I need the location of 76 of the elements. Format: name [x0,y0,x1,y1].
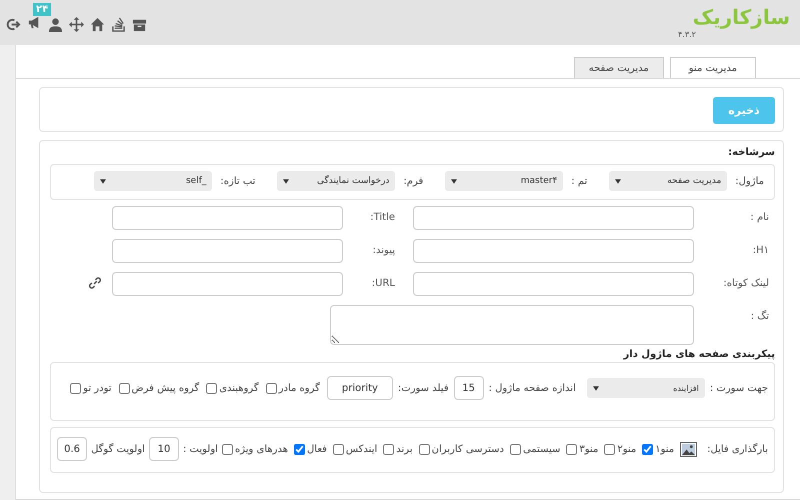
checkbox-label: ایندکس [346,444,378,454]
field-label: URL: [370,277,396,289]
caret-icon [592,386,599,390]
text-field[interactable] [413,206,694,230]
tab[interactable]: مدیریت صفحه [574,57,664,79]
text-field[interactable] [112,272,343,296]
text-field[interactable] [413,272,694,296]
checkbox[interactable] [642,444,654,454]
select-field[interactable]: master۴ [445,171,564,191]
checkbox-label: دسترسی کاربران [432,444,504,454]
checkbox-label: گروه پیش فرض [132,382,200,394]
checkbox-label: منو۱ [655,444,674,454]
field-label: جهت سورت : [710,382,768,394]
select-field[interactable]: مدیریت صفحه [609,171,728,191]
field-label: فرم: [403,176,424,186]
number-field[interactable]: 10 [148,437,179,461]
text-field[interactable]: priority [326,376,393,400]
image-upload-icon[interactable] [680,442,698,456]
stack-icon[interactable] [111,16,126,32]
field-label: تب تازه: [220,176,256,186]
field-label: نام : [749,211,770,223]
select-field[interactable]: _self [94,171,212,191]
checkbox-label: تودر تو [83,382,112,394]
text-field[interactable] [413,239,694,263]
sign-out-icon[interactable] [6,16,21,32]
number-field[interactable]: 15 [454,376,484,400]
notification-badge: ۲۴ [33,3,52,16]
field-label: تم : [571,176,588,186]
checkbox-label: هدرهای ویژه [234,444,288,454]
checkbox[interactable] [118,382,130,394]
checkbox[interactable] [266,382,277,394]
caret-icon [100,178,106,184]
caret-icon [615,178,622,184]
home-icon[interactable] [90,16,105,32]
checkbox-label: منو۲ [617,444,636,454]
checkbox-label: فعال [307,444,327,454]
checkbox-label: منو۳ [579,444,598,454]
checkbox[interactable] [332,444,344,454]
field-label: H۱: [752,244,770,256]
field-label: اولویت گوگل [91,444,145,454]
select-field[interactable]: درخواست نمایندگی [277,171,396,191]
checkbox-label: گروه مادر [278,382,320,394]
section-title: سرشاخه: [728,147,775,158]
caret-icon [283,178,290,184]
checkbox[interactable] [566,444,578,454]
checkbox[interactable] [206,382,218,394]
text-field[interactable] [112,239,343,263]
field-label: بارگذاری فایل: [707,444,768,454]
field-label: ماژول: [735,176,764,186]
link-icon[interactable] [88,276,102,290]
tab[interactable]: مدیریت منو [670,57,756,79]
field-label: لینک کوتاه: [722,277,770,289]
field-label: تگ : [750,309,770,322]
checkbox[interactable] [510,444,521,454]
checkbox-label: سیستمی [522,444,560,454]
checkbox[interactable] [604,444,616,454]
checkbox[interactable] [70,382,82,394]
checkbox-label: برند [396,444,413,454]
caret-icon [451,178,458,184]
number-field[interactable]: 0.6 [57,437,88,461]
checkbox[interactable] [294,444,305,454]
select-field[interactable]: افزاینده [586,378,705,398]
move-icon[interactable] [69,16,84,32]
field-label: پیوند: [372,244,396,256]
version-text: ۴.۳.۲ [678,30,696,39]
field-label: اندازه صفحه ماژول : [488,382,576,394]
checkbox[interactable] [418,444,430,454]
checkbox-label: گروهبندی [219,382,259,394]
checkbox[interactable] [383,444,394,454]
text-field[interactable] [112,206,343,230]
field-label: فیلد سورت: [398,382,449,394]
field-label: Title: [369,211,396,223]
field-label: اولویت : [182,444,218,454]
checkbox[interactable] [222,444,233,454]
section-title: پیکربندی صفحه های ماژول دار [624,349,775,360]
user-icon[interactable] [48,16,63,32]
